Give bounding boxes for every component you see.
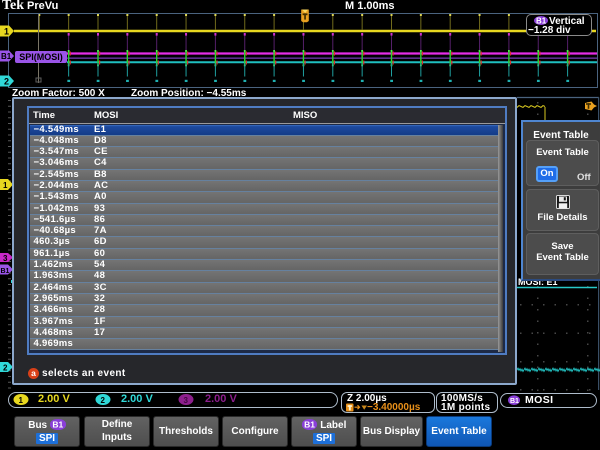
svg-text:1: 1: [19, 396, 24, 405]
svg-text:2: 2: [101, 396, 106, 405]
svg-text:3: 3: [184, 396, 189, 405]
svg-text:1: 1: [3, 181, 8, 190]
svg-text:B1: B1: [1, 268, 10, 275]
svg-text:2: 2: [3, 364, 8, 373]
svg-text:B1: B1: [510, 398, 519, 405]
svg-text:3: 3: [3, 254, 8, 263]
